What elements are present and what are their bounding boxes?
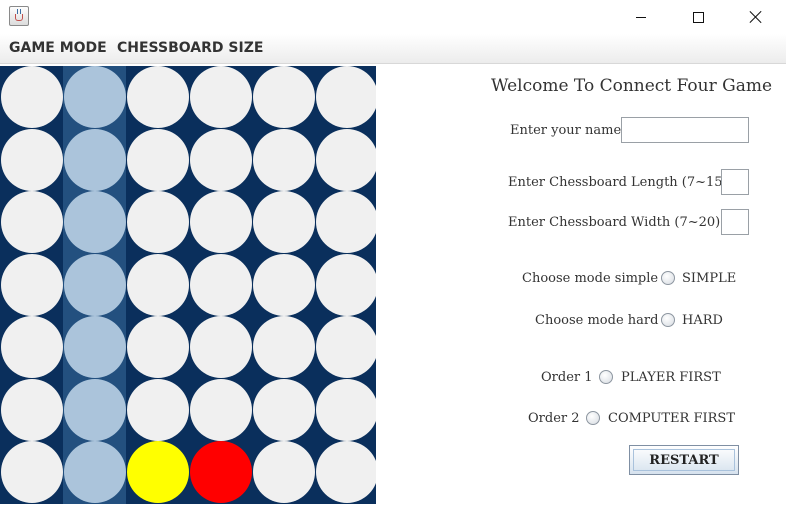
menu-bar: GAME MODE CHESSBOARD SIZE (0, 34, 786, 64)
board-slot[interactable] (0, 66, 63, 129)
simple-option-label[interactable]: SIMPLE (682, 271, 736, 286)
board-slot[interactable] (126, 316, 189, 379)
hard-radio[interactable] (661, 313, 675, 327)
board-slot[interactable] (63, 66, 126, 129)
red-piece[interactable] (189, 441, 252, 504)
width-input[interactable] (721, 209, 749, 235)
board-slot[interactable] (63, 191, 126, 254)
board-slot[interactable] (252, 441, 315, 504)
length-input[interactable] (721, 169, 749, 195)
player-first-option-label[interactable]: PLAYER FIRST (621, 370, 721, 385)
board-slot[interactable] (315, 253, 378, 316)
welcome-title: Welcome To Connect Four Game (491, 76, 773, 96)
board-slot[interactable] (252, 253, 315, 316)
close-button[interactable] (733, 0, 779, 34)
board-slot[interactable] (126, 128, 189, 191)
board-slot[interactable] (189, 66, 252, 129)
maximize-icon (692, 11, 704, 23)
order2-label: Order 2 (528, 411, 580, 426)
board-slot[interactable] (315, 128, 378, 191)
board-slot[interactable] (252, 316, 315, 379)
board-slot[interactable] (63, 378, 126, 441)
board-slot[interactable] (63, 128, 126, 191)
hard-option-label[interactable]: HARD (682, 313, 723, 328)
board-slot[interactable] (63, 253, 126, 316)
yellow-piece[interactable] (126, 441, 189, 504)
name-label: Enter your name (510, 123, 622, 138)
computer-first-option-label[interactable]: COMPUTER FIRST (608, 411, 735, 426)
java-app-icon (9, 6, 29, 26)
maximize-button[interactable] (675, 0, 721, 34)
board-slot[interactable] (315, 441, 378, 504)
board-slot[interactable] (0, 378, 63, 441)
board-slot[interactable] (315, 191, 378, 254)
board-slot[interactable] (0, 128, 63, 191)
minimize-button[interactable] (618, 0, 664, 34)
mode-simple-label: Choose mode simple (522, 271, 659, 286)
board-slot[interactable] (315, 378, 378, 441)
board-slot[interactable] (126, 378, 189, 441)
computer-first-radio[interactable] (586, 411, 600, 425)
board-slot[interactable] (126, 253, 189, 316)
restart-button[interactable]: RESTART (629, 445, 739, 475)
order1-label: Order 1 (541, 370, 593, 385)
board-slot[interactable] (0, 316, 63, 379)
board-slot[interactable] (63, 316, 126, 379)
menu-chessboard-size[interactable]: CHESSBOARD SIZE (117, 40, 263, 56)
player-first-radio[interactable] (599, 370, 613, 384)
board-slot[interactable] (63, 441, 126, 504)
minimize-icon (636, 16, 646, 18)
board-slot[interactable] (189, 316, 252, 379)
board-slot[interactable] (252, 378, 315, 441)
board-slot[interactable] (315, 316, 378, 379)
board-slot[interactable] (126, 66, 189, 129)
board-slot[interactable] (315, 66, 378, 129)
close-icon (749, 10, 763, 24)
board-slot[interactable] (0, 441, 63, 504)
menu-game-mode[interactable]: GAME MODE (9, 40, 107, 56)
board-slot[interactable] (252, 128, 315, 191)
window-titlebar[interactable] (0, 0, 786, 34)
board-slot[interactable] (189, 128, 252, 191)
mode-hard-label: Choose mode hard (535, 313, 659, 328)
game-board[interactable] (0, 66, 378, 504)
board-slot[interactable] (252, 191, 315, 254)
name-input[interactable] (621, 117, 749, 143)
settings-panel: Welcome To Connect Four Game Enter your … (376, 66, 786, 505)
board-slot[interactable] (126, 191, 189, 254)
board-slot[interactable] (0, 253, 63, 316)
board-slot[interactable] (252, 66, 315, 129)
restart-label: RESTART (649, 452, 719, 468)
board-slot[interactable] (0, 191, 63, 254)
board-slot[interactable] (189, 378, 252, 441)
width-label: Enter Chessboard Width (7~20) (508, 215, 721, 230)
length-label: Enter Chessboard Length (7~15) (508, 175, 728, 190)
simple-radio[interactable] (661, 271, 675, 285)
board-slot[interactable] (189, 191, 252, 254)
board-slot[interactable] (189, 253, 252, 316)
